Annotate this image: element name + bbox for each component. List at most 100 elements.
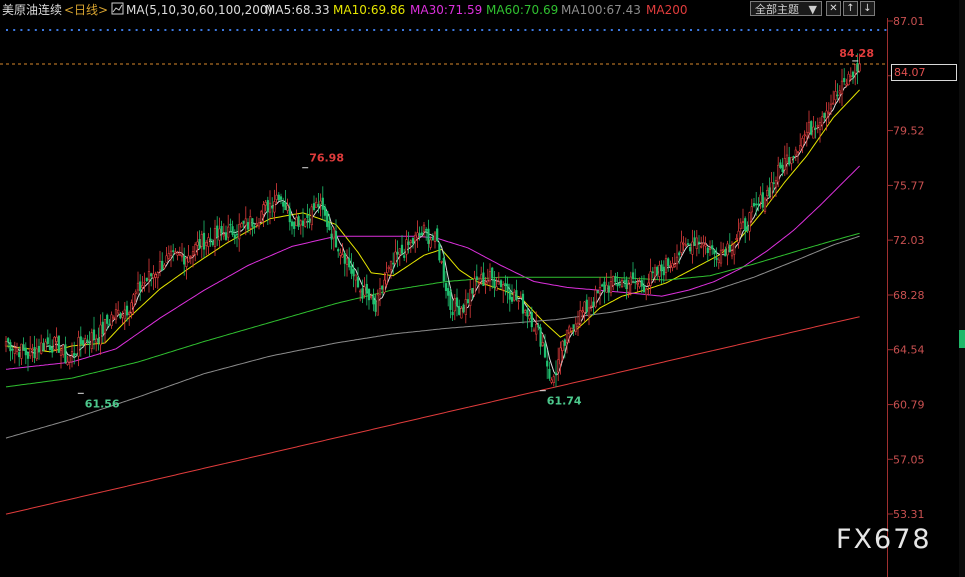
y-tick-label: 79.52 (893, 125, 925, 138)
indicator-dot (222, 29, 224, 31)
indicator-dot (711, 29, 714, 31)
candle (596, 290, 599, 294)
indicator-dot (99, 29, 102, 31)
candle (645, 287, 648, 301)
candle (273, 189, 276, 222)
candle (425, 227, 428, 241)
candle (623, 271, 626, 288)
indicator-dot (524, 29, 527, 31)
candle (64, 336, 67, 364)
candle (9, 339, 12, 362)
candle (796, 150, 800, 164)
candle (22, 337, 25, 351)
indicator-dot (466, 29, 469, 31)
candle (497, 272, 500, 285)
candle (515, 279, 518, 302)
indicator-dot (783, 29, 786, 31)
candle (794, 146, 797, 161)
candle (306, 203, 309, 229)
period-label: <日线> (64, 3, 108, 17)
candle (719, 241, 723, 267)
candle (704, 236, 707, 255)
candle (4, 336, 8, 353)
candle (671, 256, 674, 272)
candle (156, 271, 159, 289)
candle (834, 80, 837, 104)
indicator-dot (862, 29, 865, 31)
candle (420, 226, 423, 237)
indicator-dot (214, 29, 217, 31)
candle (838, 85, 841, 104)
indicator-dot (884, 29, 887, 31)
candle (658, 260, 661, 282)
candle (801, 135, 804, 154)
candle (759, 186, 762, 209)
candle (519, 291, 522, 299)
indicator-dot (682, 29, 685, 31)
candle (574, 317, 577, 335)
candle (603, 277, 606, 304)
candle (823, 112, 826, 122)
candle (218, 217, 221, 247)
candle (330, 226, 333, 250)
right-scroll-strip[interactable] (959, 0, 965, 577)
candle (187, 245, 190, 263)
candle (143, 272, 146, 292)
candle (310, 203, 313, 231)
candle (110, 311, 113, 329)
candle (565, 329, 569, 354)
candle (583, 301, 586, 322)
candle (455, 288, 459, 317)
candle (139, 274, 142, 301)
candle (482, 262, 485, 287)
candle (97, 327, 100, 351)
ma10-value: MA10:69.86 (333, 3, 405, 17)
candle (66, 355, 69, 366)
candle (154, 271, 157, 288)
arrow-up-icon[interactable]: ↑ (843, 1, 858, 16)
arrow-down-icon[interactable]: ↓ (860, 1, 875, 16)
indicator-dot (294, 29, 296, 31)
candle (653, 264, 657, 283)
indicator-dot (718, 29, 721, 31)
indicator-dot (337, 29, 340, 31)
candle (768, 177, 771, 199)
candle (172, 243, 175, 262)
candle (95, 334, 98, 352)
theme-dropdown-button[interactable]: 全部主题 ▼ (750, 1, 822, 16)
candle (550, 377, 553, 385)
ma-toggle-icon[interactable] (111, 2, 124, 15)
candle (847, 71, 850, 86)
candle (244, 206, 247, 236)
ma60-value: MA60:70.69 (486, 3, 558, 17)
right-scroll-marker[interactable] (959, 330, 965, 348)
candle (601, 283, 604, 287)
candle (260, 209, 263, 223)
candle (664, 254, 668, 281)
indicator-dot (229, 29, 232, 31)
candle (315, 197, 318, 208)
indicator-dot (135, 29, 138, 31)
indicator-dot (618, 29, 620, 31)
candle (647, 273, 650, 296)
candle (90, 328, 93, 353)
candle (717, 257, 720, 270)
candle (11, 346, 14, 360)
candle (200, 230, 203, 259)
candle (557, 347, 560, 382)
candle (440, 260, 443, 265)
candle (240, 221, 243, 228)
indicator-dot (301, 29, 304, 31)
candle (816, 117, 819, 134)
candle (271, 197, 274, 218)
candle (662, 260, 665, 283)
candle (282, 197, 285, 214)
indicator-dot (452, 29, 455, 31)
indicator-dot (567, 29, 570, 31)
candle (691, 229, 694, 264)
close-icon[interactable]: ✕ (826, 1, 841, 16)
indicator-dot (423, 29, 426, 31)
candle (374, 294, 377, 317)
indicator-dot-row (6, 29, 887, 31)
indicator-dot (236, 29, 239, 31)
